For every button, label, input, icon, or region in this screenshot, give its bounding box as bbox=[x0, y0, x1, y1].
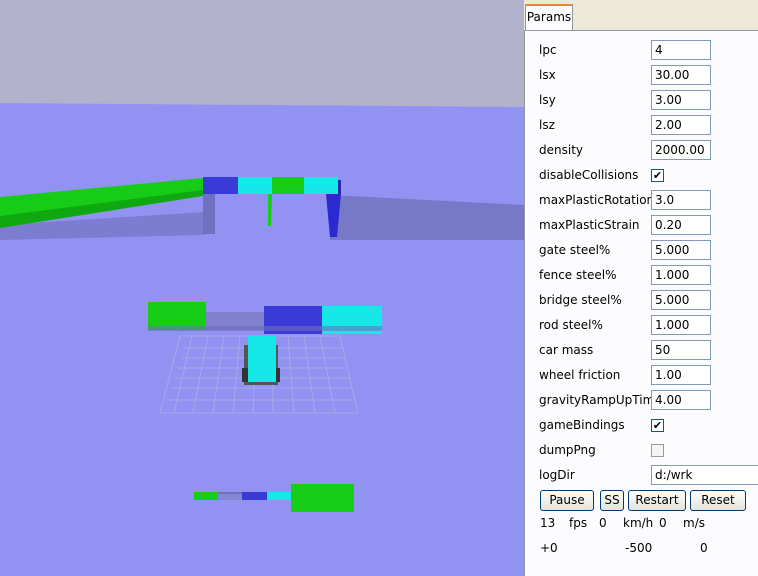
param-row-game-bindings: gameBindings ✔ bbox=[539, 415, 758, 437]
param-label: density bbox=[539, 143, 583, 157]
params-panel: Params lpc lsx lsy lsz density disableCo… bbox=[524, 0, 758, 576]
bridge-seg-1 bbox=[203, 177, 238, 194]
param-row-max-plastic-rotation: maxPlasticRotation bbox=[539, 190, 758, 212]
pillar-shadow-left bbox=[203, 194, 215, 234]
speed-kmh-value: 0 bbox=[599, 516, 607, 530]
bridge-steel-field[interactable] bbox=[651, 290, 711, 310]
param-label: car mass bbox=[539, 343, 594, 357]
param-label: gameBindings bbox=[539, 418, 625, 432]
max-plastic-strain-field[interactable] bbox=[651, 215, 711, 235]
param-label: rod steel% bbox=[539, 318, 603, 332]
disable-collisions-checkbox[interactable]: ✔ bbox=[651, 169, 664, 182]
param-row-lpc: lpc bbox=[539, 40, 758, 62]
fps-value: 13 bbox=[540, 516, 556, 530]
param-label: maxPlasticRotation bbox=[539, 193, 655, 207]
param-row-density: density bbox=[539, 140, 758, 162]
param-row-car-mass: car mass bbox=[539, 340, 758, 362]
car-mass-field[interactable] bbox=[651, 340, 711, 360]
pause-button[interactable]: Pause bbox=[540, 490, 594, 511]
param-label: dumpPng bbox=[539, 443, 596, 457]
status-value-c: 0 bbox=[700, 541, 708, 555]
sky bbox=[0, 0, 524, 107]
param-row-rod-steel: rod steel% bbox=[539, 315, 758, 337]
scene-canvas[interactable] bbox=[0, 0, 524, 576]
param-row-wheel-friction: wheel friction bbox=[539, 365, 758, 387]
log-dir-field[interactable] bbox=[651, 465, 758, 485]
dump-png-checkbox[interactable] bbox=[651, 444, 664, 457]
speed-kmh-unit: km/h bbox=[623, 516, 654, 530]
max-plastic-rotation-field[interactable] bbox=[651, 190, 711, 210]
param-row-lsz: lsz bbox=[539, 115, 758, 137]
speed-ms-value: 0 bbox=[659, 516, 667, 530]
bridge-seg-3 bbox=[272, 177, 304, 194]
speed-ms-unit: m/s bbox=[683, 516, 705, 530]
param-row-gate-steel: gate steel% bbox=[539, 240, 758, 262]
gate-block bbox=[291, 484, 354, 512]
param-row-fence-steel: fence steel% bbox=[539, 265, 758, 287]
status-value-a: +0 bbox=[540, 541, 558, 555]
param-row-dump-png: dumpPng bbox=[539, 440, 758, 462]
param-row-bridge-steel: bridge steel% bbox=[539, 290, 758, 312]
fps-unit: fps bbox=[569, 516, 588, 530]
lpc-field[interactable] bbox=[651, 40, 711, 60]
bridge-seg-4 bbox=[304, 177, 338, 194]
param-label: disableCollisions bbox=[539, 168, 639, 182]
gravity-ramp-up-time-field[interactable] bbox=[651, 390, 711, 410]
lsz-field[interactable] bbox=[651, 115, 711, 135]
restart-button[interactable]: Restart bbox=[628, 490, 686, 511]
lsx-field[interactable] bbox=[651, 65, 711, 85]
param-label: wheel friction bbox=[539, 368, 621, 382]
param-row-gravity-ramp-up-time: gravityRampUpTime bbox=[539, 390, 758, 412]
param-label: lsy bbox=[539, 93, 556, 107]
bridge-end bbox=[338, 180, 341, 194]
status-value-b: -500 bbox=[625, 541, 653, 555]
rod-seg-1 bbox=[194, 492, 218, 500]
param-label: logDir bbox=[539, 468, 575, 482]
tab-params[interactable]: Params bbox=[525, 4, 573, 30]
ss-button[interactable]: SS bbox=[600, 490, 624, 511]
car-top bbox=[248, 336, 276, 382]
param-row-log-dir: logDir bbox=[539, 465, 758, 487]
param-label: lsx bbox=[539, 68, 556, 82]
wheel-friction-field[interactable] bbox=[651, 365, 711, 385]
fence-steel-field[interactable] bbox=[651, 265, 711, 285]
gate-steel-field[interactable] bbox=[651, 240, 711, 260]
density-field[interactable] bbox=[651, 140, 711, 160]
param-row-disable-collisions: disableCollisions ✔ bbox=[539, 165, 758, 187]
reset-button[interactable]: Reset bbox=[690, 490, 746, 511]
param-label: maxPlasticStrain bbox=[539, 218, 640, 232]
param-row-lsx: lsx bbox=[539, 65, 758, 87]
param-label: bridge steel% bbox=[539, 293, 622, 307]
rod-seg-4 bbox=[267, 492, 291, 500]
fence-green bbox=[148, 302, 206, 330]
param-row-max-plastic-strain: maxPlasticStrain bbox=[539, 215, 758, 237]
game-bindings-checkbox[interactable]: ✔ bbox=[651, 419, 664, 432]
tab-bar: Params bbox=[524, 0, 758, 32]
lsy-field[interactable] bbox=[651, 90, 711, 110]
param-label: lsz bbox=[539, 118, 555, 132]
rod-seg-2 bbox=[218, 494, 242, 500]
param-row-lsy: lsy bbox=[539, 90, 758, 112]
param-label: lpc bbox=[539, 43, 557, 57]
3d-viewport[interactable] bbox=[0, 0, 524, 576]
param-label: gravityRampUpTime bbox=[539, 393, 662, 407]
fence-shadow bbox=[148, 326, 382, 331]
param-label: fence steel% bbox=[539, 268, 617, 282]
bridge-seg-2 bbox=[238, 177, 272, 194]
rod-seg-3 bbox=[242, 492, 267, 500]
rod-steel-field[interactable] bbox=[651, 315, 711, 335]
param-label: gate steel% bbox=[539, 243, 611, 257]
car-wheel-left bbox=[242, 368, 248, 382]
